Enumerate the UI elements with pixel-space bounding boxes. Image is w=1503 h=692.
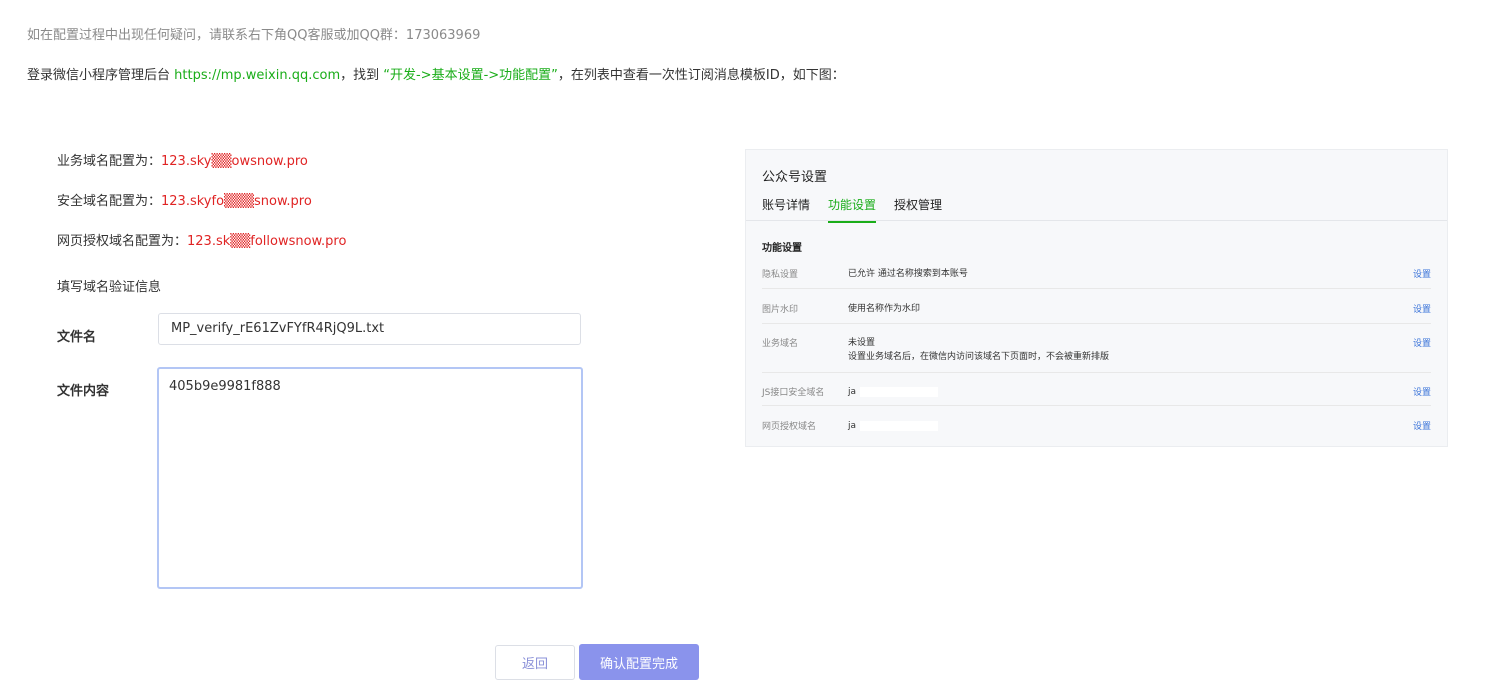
back-button[interactable]: 返回 <box>495 645 575 680</box>
panel-row-value: 已允许 通过名称搜索到本账号 <box>848 269 968 279</box>
panel-tab-account: 账号详情 <box>762 198 811 212</box>
menu-path-text: “开发->基本设置->功能配置” <box>383 68 558 83</box>
business-domain-line: 业务域名配置为：123.sky▒▒owsnow.pro <box>57 150 308 169</box>
intro-suffix: ，在列表中查看一次性订阅消息模板ID，如下图： <box>557 68 845 83</box>
panel-row-watermark: 图片水印 使用名称作为水印 设置 <box>762 302 1431 324</box>
panel-subtitle: 功能设置 <box>762 243 802 254</box>
secure-domain-value: 123.skyfo▒▒▒snow.pro <box>161 194 312 209</box>
verify-section-title: 填写域名验证信息 <box>57 280 162 295</box>
panel-row-oauth-domain: 网页授权域名 ja 设置 <box>762 419 1431 439</box>
reference-screenshot-panel: 公众号设置 账号详情 功能设置 授权管理 功能设置 隐私设置 已允许 通过名称搜… <box>745 149 1448 447</box>
panel-divider <box>746 220 1447 221</box>
panel-row-key: 网页授权域名 <box>762 422 817 432</box>
panel-row-value: ja <box>848 419 939 433</box>
oauth-domain-label: 网页授权域名配置为： <box>57 234 188 249</box>
panel-row-value: 未设置 设置业务域名后，在微信内访问该域名下页面时，不会被重新排版 <box>848 336 1109 364</box>
panel-tab-features: 功能设置 <box>828 196 877 223</box>
mp-weixin-link[interactable]: https://mp.weixin.qq.com <box>174 68 340 83</box>
secure-domain-line: 安全域名配置为：123.skyfo▒▒▒snow.pro <box>57 190 312 209</box>
oauth-domain-line: 网页授权域名配置为：123.sk▒▒followsnow.pro <box>57 230 346 249</box>
intro-prefix: 登录微信小程序管理后台 <box>27 68 175 83</box>
panel-row-business-domain: 业务域名 未设置 设置业务域名后，在微信内访问该域名下页面时，不会被重新排版 设… <box>762 336 1431 373</box>
panel-title: 公众号设置 <box>762 170 828 185</box>
oauth-domain-value: 123.sk▒▒followsnow.pro <box>187 234 347 249</box>
redaction-mask <box>860 386 939 397</box>
redaction-mask <box>860 420 939 431</box>
business-domain-value: 123.sky▒▒owsnow.pro <box>161 154 308 169</box>
file-name-label: 文件名 <box>57 330 97 345</box>
panel-row-value: ja <box>848 385 939 399</box>
confirm-config-button[interactable]: 确认配置完成 <box>579 644 699 680</box>
panel-row-action: 设置 <box>1412 339 1431 349</box>
panel-row-privacy: 隐私设置 已允许 通过名称搜索到本账号 设置 <box>762 267 1431 289</box>
panel-row-js-domain: JS接口安全域名 ja 设置 <box>762 385 1431 406</box>
panel-row-action: 设置 <box>1412 270 1431 280</box>
panel-row-action: 设置 <box>1412 422 1431 432</box>
panel-row-action: 设置 <box>1412 388 1431 398</box>
intro-middle: ，找到 <box>340 68 384 83</box>
intro-instruction: 登录微信小程序管理后台 https://mp.weixin.qq.com，找到 … <box>27 64 845 83</box>
file-name-input[interactable]: MP_verify_rE61ZvFYfR4RjQ9L.txt <box>158 313 581 345</box>
panel-tab-auth: 授权管理 <box>894 198 943 212</box>
panel-tabs: 账号详情 功能设置 授权管理 <box>762 196 942 223</box>
panel-row-value-main: 未设置 <box>848 338 876 348</box>
panel-row-value: 使用名称作为水印 <box>848 304 921 314</box>
panel-row-action: 设置 <box>1412 305 1431 315</box>
secure-domain-label: 安全域名配置为： <box>57 194 162 209</box>
help-hint-text: 如在配置过程中出现任何疑问，请联系右下角QQ客服或加QQ群：173063969 <box>27 28 481 43</box>
panel-row-key: 业务域名 <box>762 339 799 349</box>
panel-row-key: 图片水印 <box>762 305 799 315</box>
file-content-label: 文件内容 <box>57 384 110 399</box>
panel-row-value-desc: 设置业务域名后，在微信内访问该域名下页面时，不会被重新排版 <box>848 352 1110 362</box>
panel-row-key: JS接口安全域名 <box>762 388 825 398</box>
business-domain-label: 业务域名配置为： <box>57 154 162 169</box>
panel-row-key: 隐私设置 <box>762 270 799 280</box>
file-content-textarea[interactable]: 405b9e9981f888 <box>157 367 583 589</box>
